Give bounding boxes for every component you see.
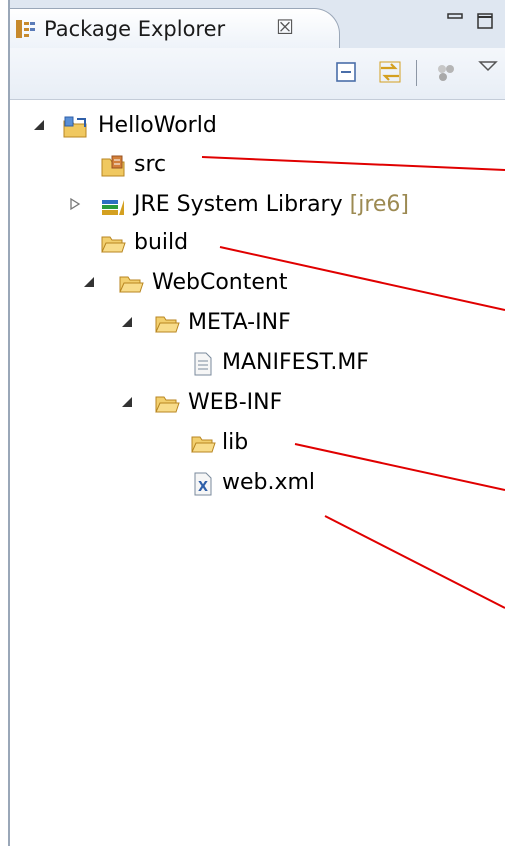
maximize-icon[interactable]: [476, 12, 494, 30]
tree-label: lib: [222, 430, 249, 455]
expanded-arrow-icon[interactable]: [120, 395, 134, 409]
source-folder-icon: [101, 155, 125, 177]
close-icon[interactable]: ☒: [276, 15, 294, 39]
java-project-icon: [63, 116, 87, 138]
expanded-arrow-icon[interactable]: [120, 315, 134, 329]
folder-icon: [155, 396, 180, 413]
jre-decoration: [jre6]: [349, 192, 409, 217]
folder-icon: [191, 436, 216, 453]
xml-file-icon: X: [194, 472, 212, 496]
svg-text:X: X: [198, 480, 208, 495]
tree-label: JRE System Library [jre6]: [134, 192, 409, 217]
collapse-all-icon[interactable]: [334, 60, 358, 84]
minimize-icon[interactable]: [446, 12, 464, 30]
tree-label: META-INF: [188, 310, 291, 335]
tree-label: WEB-INF: [188, 390, 283, 415]
toolbar-separator: [416, 60, 417, 86]
library-icon: [102, 200, 124, 215]
tree-label: build: [134, 230, 189, 255]
folder-icon: [119, 276, 144, 293]
tree-label: src: [134, 152, 167, 177]
folder-icon: [155, 316, 180, 333]
view-tab-bar: Package Explorer ☒: [10, 0, 505, 48]
view-menu-icon[interactable]: [476, 56, 500, 80]
view-toolbar: [10, 48, 505, 100]
view-title: Package Explorer: [44, 17, 226, 41]
text-file-icon: [194, 352, 212, 376]
package-explorer-tab[interactable]: Package Explorer ☒: [10, 8, 340, 48]
tree-label: HelloWorld: [98, 113, 217, 138]
expanded-arrow-icon[interactable]: [32, 118, 46, 132]
link-with-editor-icon[interactable]: [378, 60, 402, 84]
focus-working-set-icon[interactable]: [434, 60, 458, 84]
package-explorer-icon: [16, 20, 35, 38]
tree-label: web.xml: [222, 470, 316, 495]
expanded-arrow-icon[interactable]: [82, 275, 96, 289]
tree-label: WebContent: [152, 270, 288, 295]
tree-label: MANIFEST.MF: [222, 350, 369, 375]
collapsed-arrow-icon[interactable]: [68, 197, 82, 211]
package-explorer-view: Package Explorer ☒ HelloWorld src JRE Sy…: [8, 0, 505, 846]
folder-icon: [101, 236, 126, 253]
